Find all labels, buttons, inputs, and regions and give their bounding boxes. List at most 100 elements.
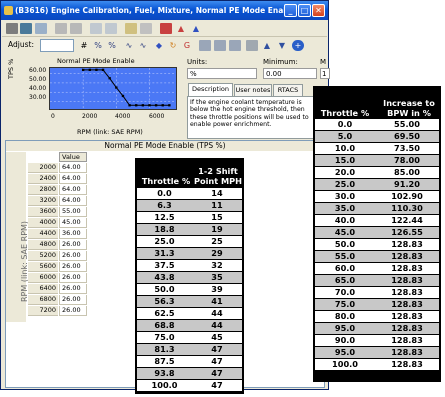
table-cell-value[interactable]: 26.00 <box>59 251 87 261</box>
table-cell-value[interactable]: 64.00 <box>59 196 87 206</box>
tab-rtacs[interactable]: RTACS <box>273 84 303 96</box>
data-point[interactable] <box>141 104 145 107</box>
chart-title: Normal PE Mode Enable <box>57 57 135 65</box>
table-cell-value[interactable]: 26.00 <box>59 273 87 283</box>
close-button[interactable]: ✕ <box>312 4 325 17</box>
compare-icon[interactable] <box>35 23 47 34</box>
table-cell-value[interactable]: 55.00 <box>59 207 87 217</box>
smooth-icon[interactable]: ∿ <box>123 40 135 51</box>
paste-table-icon[interactable] <box>214 40 226 51</box>
data-point[interactable] <box>161 104 164 107</box>
data-point[interactable] <box>101 68 105 72</box>
bpw-value-cell: 128.83 <box>391 287 423 297</box>
bpw-value-cell: 128.83 <box>391 299 423 309</box>
bpw-value-cell: 128.83 <box>391 251 423 261</box>
bpw-throttle-cell: 50.0 <box>334 239 356 249</box>
bpw-throttle-cell: 0.0 <box>337 119 353 129</box>
shift-row: 93.8 47 <box>137 368 242 379</box>
tab-user-notes[interactable]: User notes <box>234 84 272 96</box>
table-icon[interactable] <box>6 23 18 34</box>
graph-icon[interactable] <box>20 23 32 34</box>
shift-throttle-cell: 87.5 <box>154 356 175 366</box>
collapse-icon[interactable]: ▼ <box>276 40 288 51</box>
bpw-value-cell: 126.55 <box>391 227 423 237</box>
grid-icon[interactable] <box>55 23 67 34</box>
shift-row: 56.3 41 <box>137 296 242 307</box>
chart-toggle-icon[interactable] <box>246 40 258 51</box>
table-cell-value[interactable]: 36.00 <box>59 229 87 239</box>
data-point[interactable] <box>95 68 98 72</box>
bpw-row: 95.0 128.83 <box>315 347 439 358</box>
table-cell-value[interactable]: 64.00 <box>59 174 87 184</box>
shift-row: 50.0 39 <box>137 284 242 295</box>
bpw-row: 40.0 122.44 <box>315 215 439 226</box>
shift-point-table: Throttle % 1-2 Shift Point MPH 0.0 14 6.3 1… <box>135 158 244 394</box>
data-point[interactable] <box>135 104 138 107</box>
bpw-value-cell: 91.20 <box>394 179 420 189</box>
shift-throttle-cell: 93.8 <box>154 368 175 378</box>
percent-icon[interactable]: % <box>106 40 118 51</box>
table-cell-value[interactable]: 45.00 <box>59 218 87 228</box>
bpw-value-cell: 69.50 <box>394 131 420 141</box>
grid-alt-icon[interactable] <box>70 23 82 34</box>
rows-icon[interactable] <box>105 23 117 34</box>
table-row-key: 6000 <box>28 273 58 283</box>
data-point[interactable] <box>88 68 91 72</box>
table-row-key: 3200 <box>28 196 58 206</box>
error-icon[interactable] <box>160 23 172 34</box>
title-bar[interactable]: (B3616) Engine Calibration, Fuel, Mixtur… <box>1 1 328 20</box>
fill-table-icon[interactable] <box>229 40 241 51</box>
shift-row: 31.3 29 <box>137 248 242 259</box>
x-tick: 4000 <box>115 113 131 120</box>
data-point[interactable] <box>81 68 85 72</box>
revert-icon[interactable]: G <box>181 40 193 51</box>
expand-icon[interactable]: ▲ <box>261 40 273 51</box>
sort-icon[interactable] <box>140 23 152 34</box>
data-point[interactable] <box>148 104 151 107</box>
add-icon[interactable]: + <box>292 40 304 51</box>
bpw-row: 60.0 128.83 <box>315 263 439 274</box>
tab-description[interactable]: Description <box>188 83 233 96</box>
columns-icon[interactable] <box>90 23 102 34</box>
y-tick: 30.00 <box>29 94 47 101</box>
shift-row: 68.8 44 <box>137 320 242 331</box>
percent-add-icon[interactable]: % <box>92 40 104 51</box>
diamond-icon[interactable]: ◆ <box>153 40 165 51</box>
units-label: Units: <box>187 58 208 66</box>
data-point[interactable] <box>121 94 125 98</box>
data-point[interactable] <box>115 86 118 89</box>
maximize-button[interactable]: □ <box>298 4 311 17</box>
table-cell-value[interactable]: 26.00 <box>59 295 87 305</box>
table-cell-value[interactable]: 64.00 <box>59 163 87 173</box>
screenshot-root: (B3616) Engine Calibration, Fuel, Mixtur… <box>0 0 445 397</box>
warning-icon[interactable]: ▲ <box>175 23 187 34</box>
chart-plot-area[interactable] <box>49 67 177 110</box>
layout-icon[interactable] <box>125 23 137 34</box>
bpw-row: 100.0 128.83 <box>315 359 439 370</box>
shift-throttle-cell: 12.5 <box>154 212 175 222</box>
data-point[interactable] <box>154 104 158 107</box>
up-arrow-icon[interactable]: ▲ <box>190 23 202 34</box>
bpw-throttle-cell: 20.0 <box>334 167 356 177</box>
table-cell-value[interactable]: 26.00 <box>59 284 87 294</box>
bpw-throttle-cell: 75.0 <box>334 299 356 309</box>
multiply-icon[interactable]: # <box>78 40 90 51</box>
shift-throttle-cell: 100.0 <box>151 380 178 390</box>
shift-col1-header: Throttle % <box>141 176 191 186</box>
data-point[interactable] <box>128 104 131 107</box>
data-point[interactable] <box>108 77 111 80</box>
interpolate-icon[interactable]: ∿ <box>137 40 149 51</box>
adjust-input[interactable] <box>40 39 74 52</box>
bpw-row: 0.0 55.00 <box>315 119 439 130</box>
table-cell-value[interactable]: 26.00 <box>59 306 87 316</box>
minimize-button[interactable]: _ <box>284 4 297 17</box>
refresh-icon[interactable]: ↻ <box>167 40 179 51</box>
table-cell-value[interactable]: 64.00 <box>59 185 87 195</box>
table-cell-value[interactable]: 26.00 <box>59 262 87 272</box>
copy-table-icon[interactable] <box>199 40 211 51</box>
shift-throttle-cell: 75.0 <box>154 332 175 342</box>
table-cell-value[interactable]: 26.00 <box>59 240 87 250</box>
data-point[interactable] <box>168 104 171 107</box>
shift-row: 81.3 47 <box>137 344 242 355</box>
shift-value-cell: 47 <box>211 380 223 390</box>
